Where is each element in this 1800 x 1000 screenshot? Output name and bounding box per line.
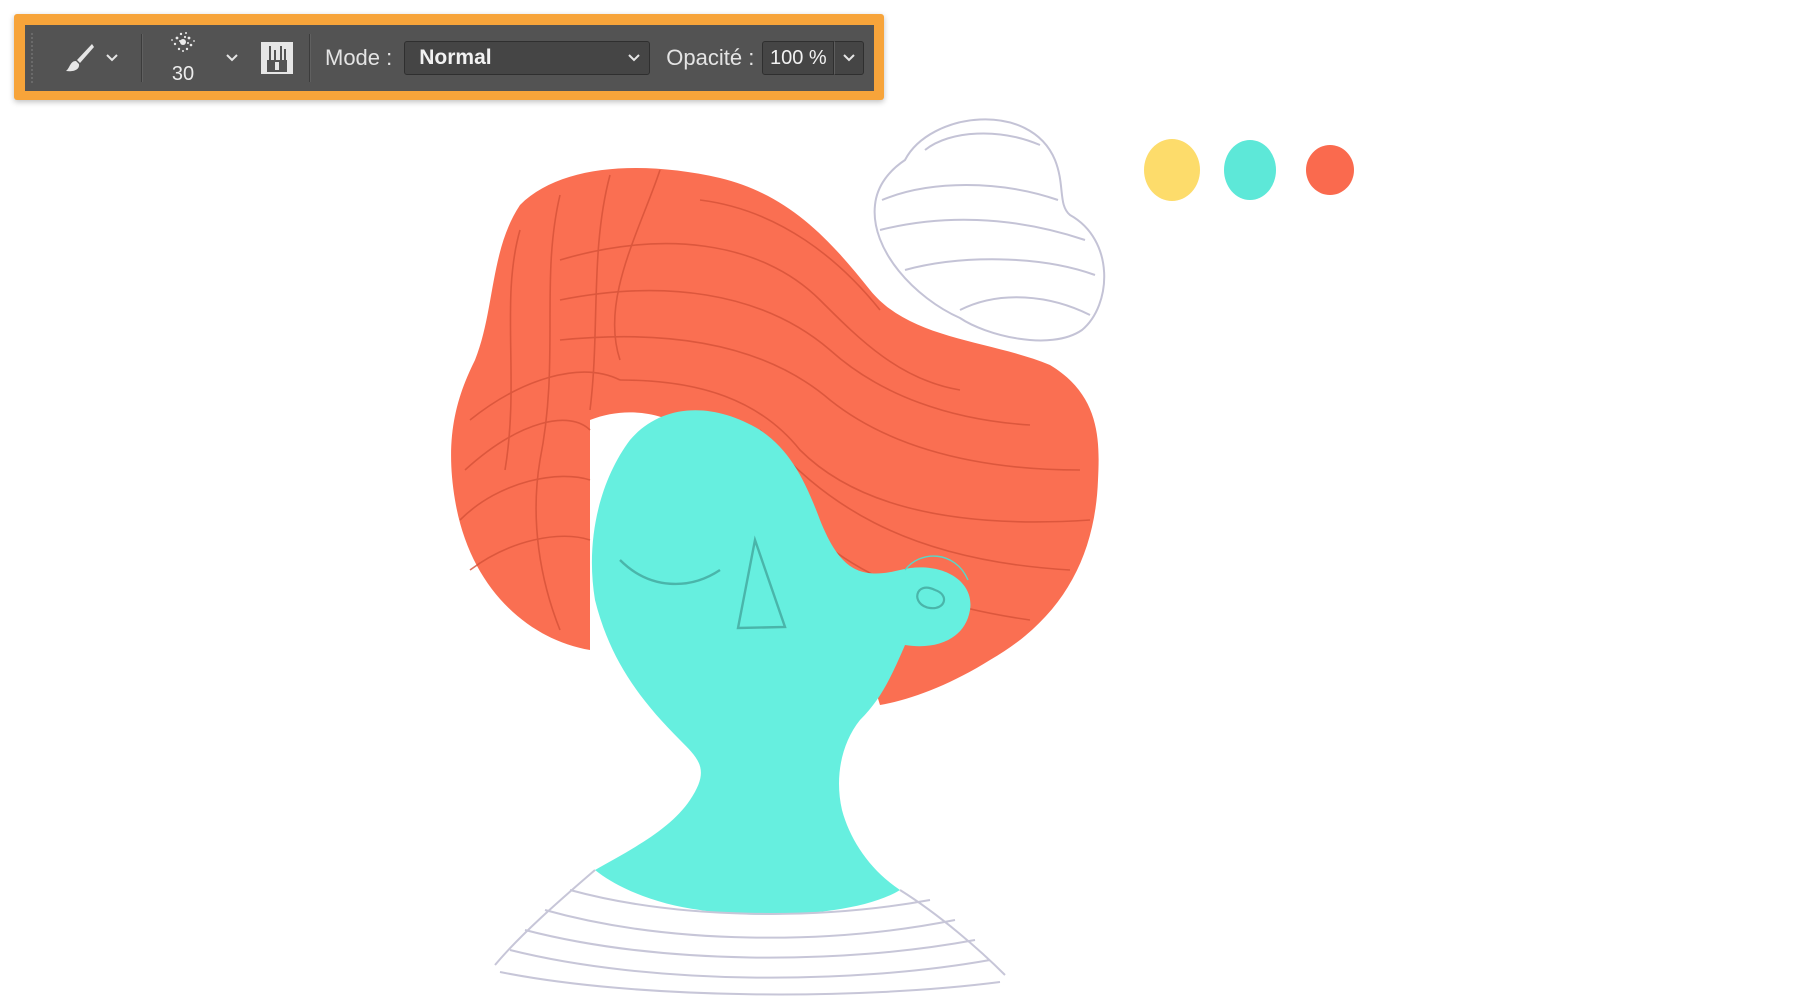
blend-mode-value: Normal [419, 46, 492, 69]
chevron-down-icon[interactable] [101, 47, 123, 69]
tool-preset-picker[interactable] [61, 25, 123, 91]
opacity-label: Opacité : [666, 45, 755, 70]
swatch-turquoise [1224, 140, 1276, 200]
swatch-coral [1306, 145, 1354, 195]
brush-preset-picker[interactable]: 30 [159, 25, 243, 91]
brush-settings-panel-button[interactable] [259, 40, 295, 76]
options-bar-grip[interactable] [31, 33, 39, 83]
color-swatches [1144, 139, 1354, 201]
separator [309, 34, 311, 82]
chevron-down-icon [843, 54, 856, 62]
tool-options-bar: 30 Mode : Normal Opacité : 100 % [25, 25, 874, 91]
brush-icon[interactable] [61, 40, 97, 76]
separator [141, 34, 143, 82]
brush-size-value: 30 [171, 63, 195, 85]
thought-bubble-sketch [873, 118, 1106, 342]
opacity-input[interactable]: 100 % [762, 41, 835, 75]
opacity-slider-toggle[interactable] [834, 41, 865, 75]
chevron-down-icon[interactable] [221, 47, 243, 69]
blend-mode-select[interactable]: Normal [404, 41, 651, 75]
drawing-canvas[interactable] [0, 0, 1800, 1000]
mode-label: Mode : [325, 45, 393, 70]
brush-size-preview[interactable]: 30 [159, 28, 207, 88]
chevron-down-icon [628, 54, 640, 62]
brush-settings-panel-icon [261, 42, 293, 74]
swatch-yellow [1144, 139, 1200, 201]
brush-tip-icon [171, 32, 195, 52]
